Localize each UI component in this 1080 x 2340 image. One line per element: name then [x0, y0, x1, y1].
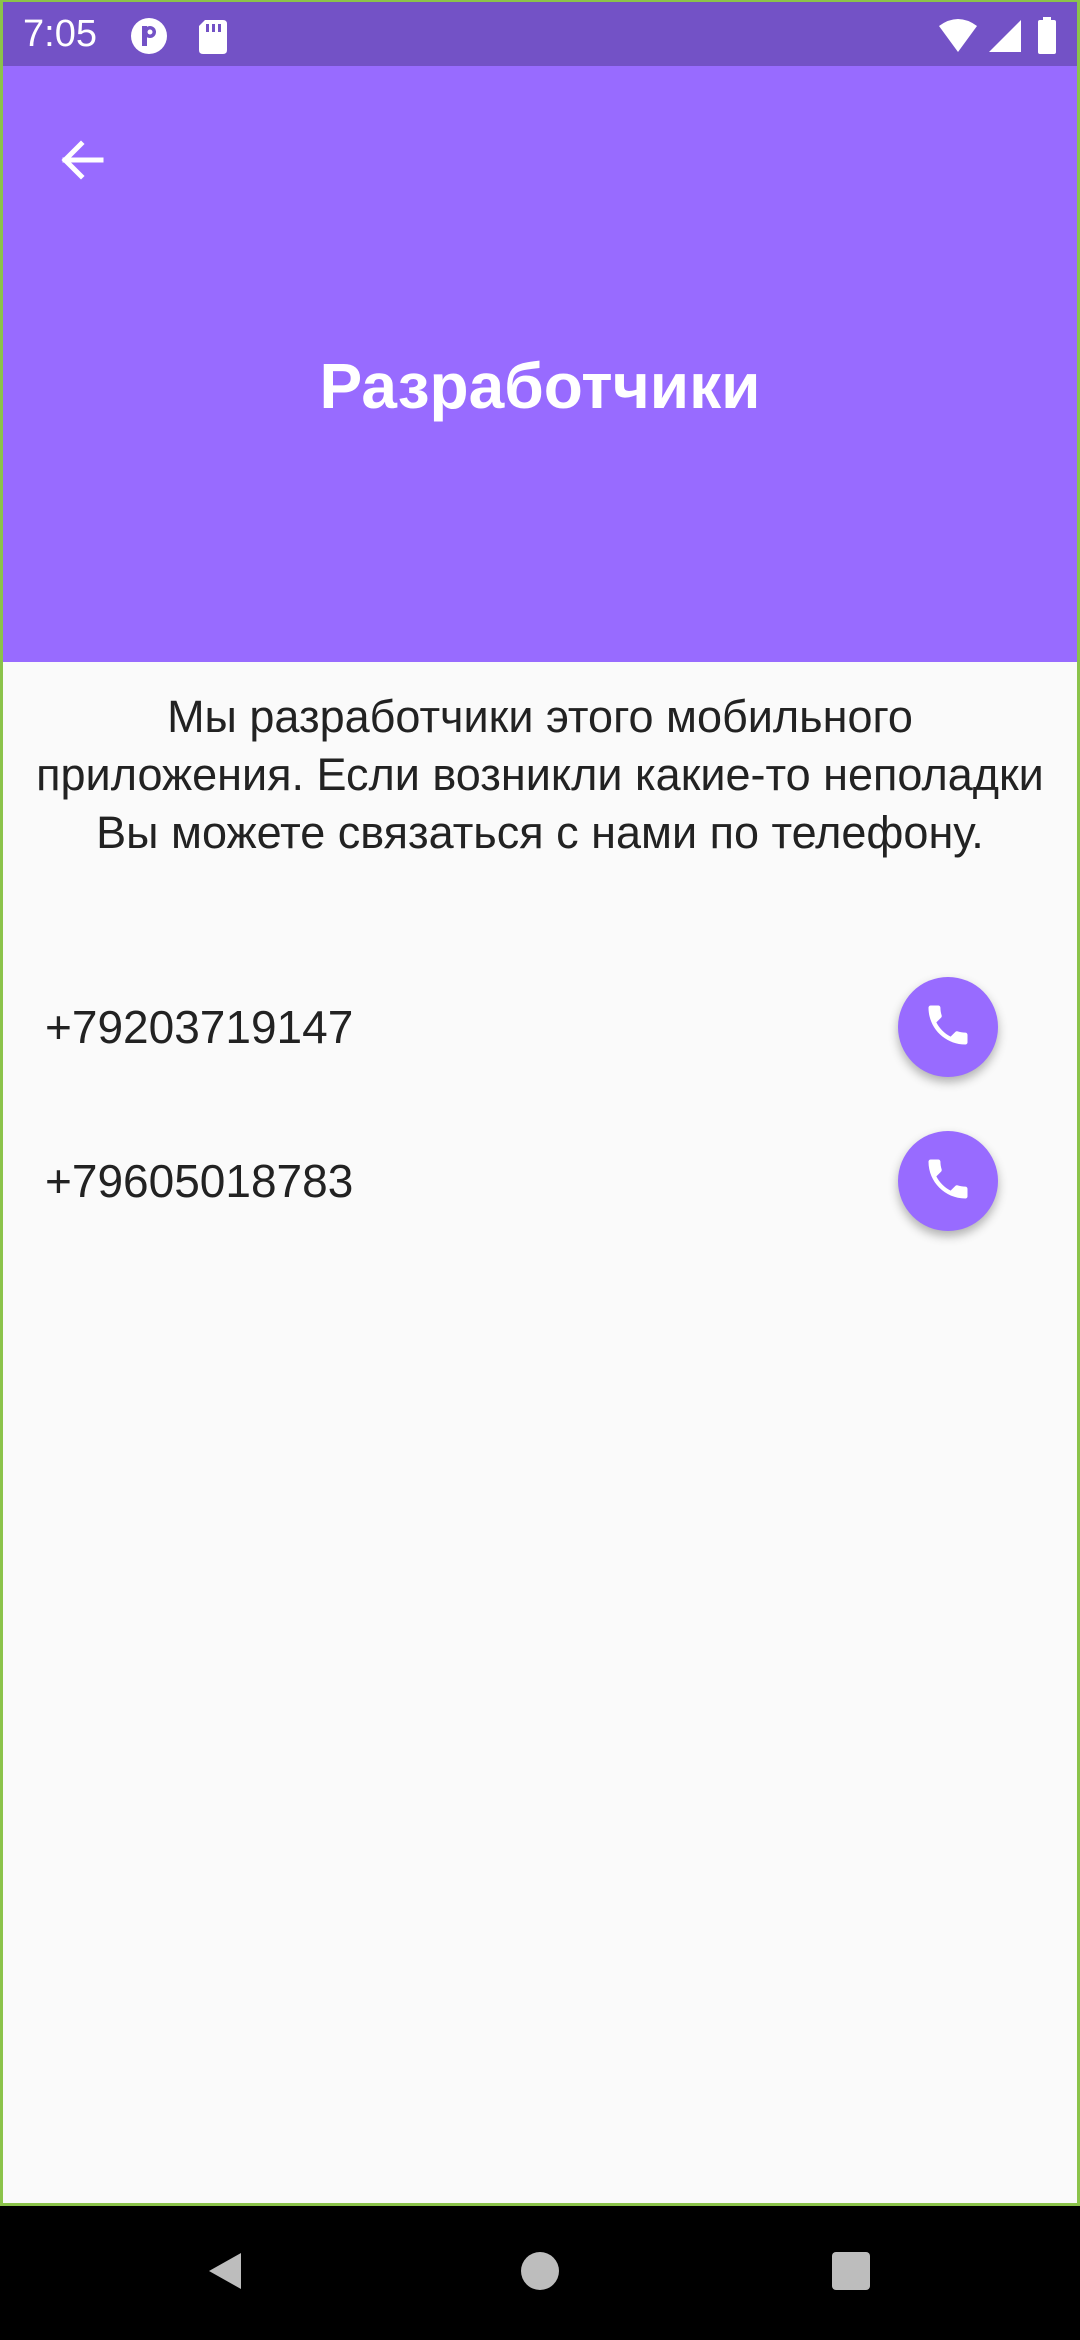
- call-button[interactable]: [898, 1131, 998, 1231]
- phone-icon: [922, 999, 974, 1056]
- phone-row: +79605018783: [3, 1121, 1077, 1241]
- status-time: 7:05: [23, 13, 97, 55]
- nav-back-button[interactable]: [180, 2228, 270, 2318]
- app-screen: 7:05 Разработчики Мы разработчики этого …: [0, 0, 1080, 2206]
- nav-recents-button[interactable]: [806, 2228, 896, 2318]
- call-button[interactable]: [898, 977, 998, 1077]
- phone-row: +79203719147: [3, 967, 1077, 1087]
- home-circle-icon: [518, 2249, 562, 2298]
- phone-number: +79203719147: [45, 1001, 354, 1053]
- wifi-icon: [937, 16, 977, 56]
- status-bar: 7:05: [3, 2, 1077, 66]
- phone-number: +79605018783: [45, 1155, 354, 1207]
- arrow-back-icon: [53, 132, 109, 193]
- back-triangle-icon: [203, 2249, 247, 2298]
- app-bar: Разработчики: [3, 66, 1077, 662]
- navigation-bar: [0, 2206, 1080, 2340]
- nav-home-button[interactable]: [495, 2228, 585, 2318]
- page-title: Разработчики: [319, 350, 761, 422]
- description-text: Мы разработчики этого мобильного приложе…: [36, 691, 1044, 858]
- signal-icon: [985, 16, 1025, 56]
- phone-icon: [922, 1153, 974, 1210]
- recents-square-icon: [829, 2249, 873, 2298]
- notification-p-icon: [129, 16, 169, 56]
- battery-icon: [1035, 16, 1059, 56]
- back-button[interactable]: [33, 114, 129, 210]
- sd-card-icon: [193, 16, 233, 56]
